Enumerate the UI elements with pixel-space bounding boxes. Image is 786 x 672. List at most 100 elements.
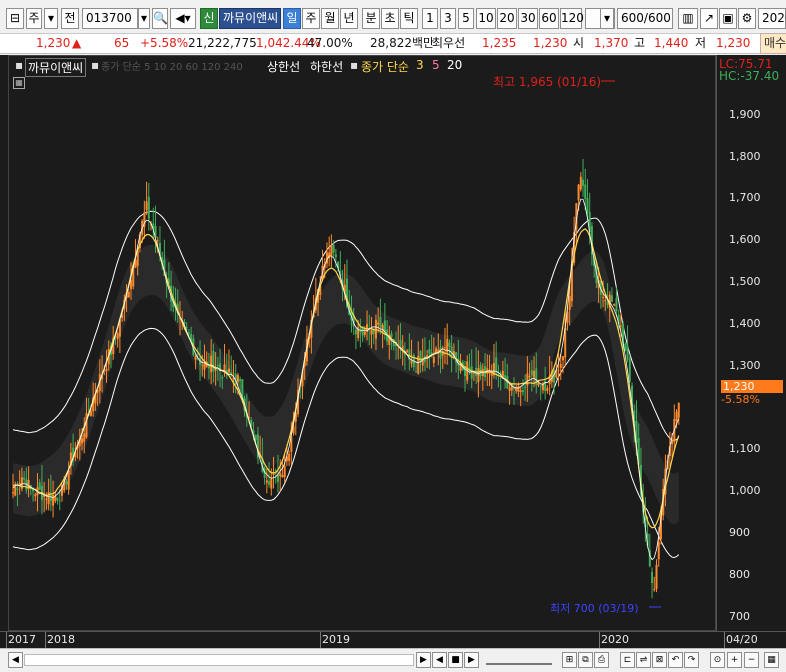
scroll-right-icon[interactable]: ▶ <box>416 652 431 668</box>
second-button[interactable]: 초 <box>381 8 399 29</box>
grid-toggle-icon[interactable]: ▦ <box>764 652 779 668</box>
horizontal-scrollbar[interactable] <box>24 654 414 666</box>
zoom-out-button[interactable]: − <box>744 652 759 668</box>
scroll-left-icon[interactable]: ◀ <box>8 652 23 668</box>
candle-body <box>526 373 529 386</box>
legend-ma2-period-5: 5 <box>432 58 440 72</box>
chart-toolbar: ⊟ 주 ▾ 전 013700 ▾ 🔍 ◀▾ 신 까뮤이앤씨 일 주 월 년 분 … <box>0 0 786 34</box>
candle-body <box>477 368 480 383</box>
candle-body <box>602 296 605 298</box>
gear-icon[interactable]: ⚙ <box>738 8 756 29</box>
time-tick-mark <box>599 632 600 648</box>
legend-stock-name: 까뮤이앤씨 <box>25 58 87 77</box>
window-menu-icon[interactable]: ⊟ <box>6 8 24 29</box>
code-dropdown-icon[interactable]: ▾ <box>138 8 150 29</box>
candlestick-chart <box>12 80 680 608</box>
period-month-button[interactable]: 월 <box>321 8 339 29</box>
market-dropdown-icon[interactable]: ▾ <box>44 8 58 29</box>
time-tick-mark <box>45 632 46 648</box>
hc-label: HC:-37.40 <box>719 69 780 83</box>
save-icon[interactable]: ▣ <box>719 8 737 29</box>
zoom-in-button[interactable]: + <box>727 652 742 668</box>
crosshair-icon[interactable]: ⊞ <box>562 652 577 668</box>
candle-body <box>524 386 527 389</box>
candle-body <box>390 333 393 338</box>
candle-body <box>56 498 59 501</box>
interval-dropdown-icon[interactable]: ▾ <box>600 8 614 29</box>
candle-body <box>559 363 562 369</box>
candle-body <box>221 377 224 379</box>
buy-button[interactable]: 매수 <box>760 33 786 54</box>
best-bid-label: 최우선 <box>432 36 466 50</box>
time-tick-label: 2020 <box>601 633 629 646</box>
interval-3-button[interactable]: 3 <box>440 8 456 29</box>
candle-body <box>265 480 268 483</box>
candle-body <box>610 295 613 302</box>
undo-icon[interactable]: ↶ <box>668 652 683 668</box>
interval-120-button[interactable]: 120 <box>560 8 584 29</box>
scale-icon[interactable]: ⊠ <box>652 652 667 668</box>
candle-body <box>604 300 607 302</box>
zoom-slider[interactable] <box>486 655 552 665</box>
candle-body <box>58 500 61 502</box>
candle-body <box>147 196 150 219</box>
search-icon[interactable]: 🔍 <box>152 8 168 29</box>
grid-table-icon[interactable]: ▦ <box>13 77 25 89</box>
interval-1-button[interactable]: 1 <box>422 8 438 29</box>
candle-body <box>513 387 515 389</box>
candle-body <box>415 371 418 373</box>
candle-body <box>377 322 380 325</box>
price-tick-label: 1,700 <box>729 191 761 205</box>
period-week-button[interactable]: 주 <box>302 8 320 29</box>
candle-body <box>399 339 402 346</box>
price-tick-label: 1,800 <box>729 149 761 163</box>
interval-20-button[interactable]: 20 <box>497 8 517 29</box>
period-year-button[interactable]: 년 <box>340 8 358 29</box>
print-icon[interactable]: ⎙ <box>594 652 609 668</box>
chart-plot-area[interactable]: ▪ 까뮤이앤씨 ▪ 종가 단순 5 10 20 60 120 240 상한선 하… <box>8 55 716 631</box>
all-button[interactable]: 전 <box>61 8 79 29</box>
ruler-icon[interactable]: ⊏ <box>620 652 635 668</box>
candle-body <box>145 201 148 211</box>
ichimoku-cloud <box>13 244 679 524</box>
candle-body <box>81 438 84 444</box>
prev-icon[interactable]: ◀ <box>432 652 447 668</box>
candle-body <box>579 176 582 190</box>
date-field[interactable]: 2020. <box>758 8 786 29</box>
candle-body <box>288 453 291 461</box>
quote-info-row: 1,230 ▲ 65 +5.58% 21,222,775 1,042.44% 4… <box>0 33 786 54</box>
new-badge[interactable]: 신 <box>200 8 218 29</box>
price-change: 65 <box>114 36 130 50</box>
interval-5-button[interactable]: 5 <box>458 8 474 29</box>
interval-60-button[interactable]: 60 <box>539 8 559 29</box>
candle-body <box>203 363 206 370</box>
minute-button[interactable]: 분 <box>362 8 380 29</box>
candle-body <box>363 331 366 335</box>
interval-10-button[interactable]: 10 <box>476 8 496 29</box>
play-icon[interactable]: ▶ <box>464 652 479 668</box>
candle-body <box>423 356 426 363</box>
tick-button[interactable]: 틱 <box>400 8 418 29</box>
stop-icon[interactable]: ■ <box>448 652 463 668</box>
candle-body <box>45 498 48 500</box>
interval-30-button[interactable]: 30 <box>518 8 538 29</box>
zoom-reset-icon[interactable]: ⊙ <box>710 652 725 668</box>
candle-body <box>89 410 92 417</box>
compare-icon[interactable]: ⇌ <box>636 652 651 668</box>
copy-icon[interactable]: ⧉ <box>578 652 593 668</box>
candle-body <box>586 198 589 213</box>
market-select[interactable]: 주 <box>26 8 42 29</box>
count-field[interactable]: 600/600 <box>617 8 673 29</box>
candle-body <box>212 351 215 372</box>
stock-code-field[interactable]: 013700 <box>82 8 138 29</box>
period-day-button[interactable]: 일 <box>283 8 301 29</box>
redo-icon[interactable]: ↷ <box>684 652 699 668</box>
legend-ma2-period-3: 3 <box>416 58 424 72</box>
trend-line-icon[interactable]: ↗ <box>700 8 718 29</box>
candle-body <box>216 365 219 367</box>
candle-type-icon[interactable]: ▥ <box>678 8 698 29</box>
candle-body <box>194 355 197 360</box>
price-tick-label: 1,000 <box>729 484 761 498</box>
speaker-icon[interactable]: ◀▾ <box>170 8 196 29</box>
candle-body <box>239 379 242 382</box>
